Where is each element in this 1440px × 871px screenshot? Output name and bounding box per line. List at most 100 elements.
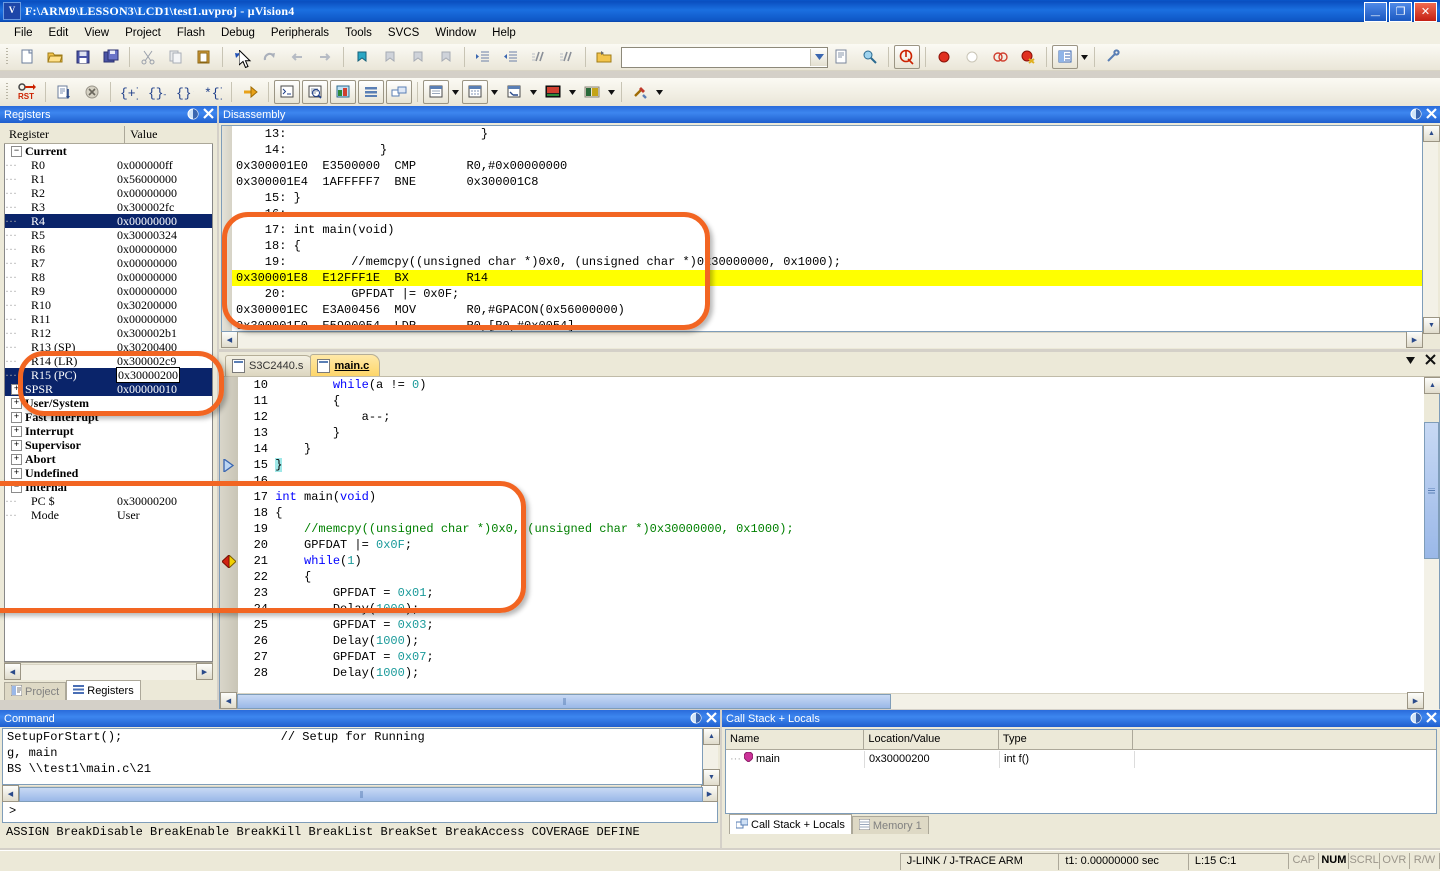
register-row[interactable]: ··· R0 0x000000ff bbox=[5, 158, 212, 172]
menu-item-view[interactable]: View bbox=[76, 25, 117, 41]
register-row[interactable]: ··· R6 0x00000000 bbox=[5, 242, 212, 256]
register-group-internal[interactable]: − Internal bbox=[5, 480, 212, 494]
menu-item-file[interactable]: File bbox=[6, 25, 41, 41]
expand-icon[interactable]: + bbox=[11, 383, 22, 395]
disassembly-line[interactable]: 20: GPFDAT |= 0x0F; bbox=[222, 286, 1422, 302]
source-line[interactable]: 27 GPFDAT = 0x07; bbox=[220, 649, 1439, 665]
line-code[interactable]: int main(void) bbox=[275, 490, 376, 504]
registers-hscrollbar[interactable]: ◀ ▶ bbox=[4, 662, 213, 680]
scroll-down-button[interactable]: ▼ bbox=[703, 769, 720, 786]
register-value[interactable]: 0x00000000 bbox=[117, 312, 177, 326]
line-code[interactable]: } bbox=[275, 426, 340, 440]
run-button[interactable] bbox=[51, 80, 77, 104]
show-next-statement-button[interactable] bbox=[237, 80, 263, 104]
disassembly-line[interactable]: 0x300001E4 1AFFFFF7 BNE 0x300001C8 bbox=[222, 174, 1422, 190]
save-button[interactable] bbox=[70, 45, 96, 69]
disassembly-line[interactable]: 0x300001EC E3A00456 MOV R0,#GPACON(0x560… bbox=[222, 302, 1422, 318]
close-button[interactable]: ✕ bbox=[1414, 2, 1437, 22]
disable-breakpoint-button[interactable] bbox=[959, 45, 985, 69]
disassembly-code-area[interactable]: 13: } 14: } 0x300001E0 E3500000 CMP R0,#0… bbox=[221, 125, 1423, 332]
disable-all-breakpoints-button[interactable] bbox=[987, 45, 1013, 69]
register-value[interactable]: User bbox=[117, 508, 140, 522]
command-hscrollbar[interactable]: ◀ ▶ bbox=[2, 785, 718, 802]
memory-windows-button[interactable] bbox=[462, 80, 488, 104]
source-line[interactable]: 21 while(1) bbox=[220, 553, 1439, 570]
scroll-up-button[interactable]: ▲ bbox=[703, 728, 720, 745]
disassembly-line[interactable]: 19: //memcpy((unsigned char *)0x0, (unsi… bbox=[222, 254, 1422, 270]
collapse-icon[interactable]: − bbox=[11, 481, 22, 493]
menu-item-flash[interactable]: Flash bbox=[169, 25, 213, 41]
source-line[interactable]: 11 { bbox=[220, 393, 1439, 409]
register-row[interactable]: ··· R4 0x00000000 bbox=[5, 214, 212, 228]
source-line[interactable]: 22 { bbox=[220, 569, 1439, 585]
menu-item-window[interactable]: Window bbox=[427, 25, 484, 41]
register-row[interactable]: ··· R13 (SP) 0x30200400 bbox=[5, 340, 212, 354]
auto-hide-icon[interactable] bbox=[1409, 711, 1422, 724]
chevron-down-icon[interactable] bbox=[810, 48, 827, 66]
scroll-track-upper[interactable] bbox=[1424, 422, 1439, 627]
source-line[interactable]: 14 } bbox=[220, 441, 1439, 457]
register-row[interactable]: ··· R10 0x30200000 bbox=[5, 298, 212, 312]
disassembly-line[interactable]: 16: bbox=[222, 206, 1422, 222]
register-value[interactable]: 0x30000200 bbox=[116, 367, 180, 383]
call-stack-window-button[interactable] bbox=[386, 80, 412, 104]
table-row[interactable]: ··· main 0x30000200 int f() bbox=[726, 750, 1436, 768]
register-value[interactable]: 0x300002b1 bbox=[117, 326, 177, 340]
register-row[interactable]: ··· R9 0x00000000 bbox=[5, 284, 212, 298]
scroll-left-button[interactable]: ◀ bbox=[220, 692, 237, 709]
serial-windows-button[interactable] bbox=[501, 80, 527, 104]
expand-icon[interactable]: + bbox=[11, 467, 22, 479]
register-row[interactable]: ··· R11 0x00000000 bbox=[5, 312, 212, 326]
source-line[interactable]: 20 GPFDAT |= 0x0F; bbox=[220, 537, 1439, 553]
call-stack-table[interactable]: Name Location/Value Type ··· main 0x300002… bbox=[725, 729, 1437, 814]
disassembly-line[interactable]: 0x300001E8 E12FFF1E BX R14 bbox=[222, 270, 1422, 286]
register-value[interactable]: 0x00000000 bbox=[117, 242, 177, 256]
expand-icon[interactable]: + bbox=[11, 439, 22, 451]
line-code[interactable]: GPFDAT = 0x03; bbox=[275, 618, 434, 632]
stop-button[interactable] bbox=[79, 80, 105, 104]
cell-name[interactable]: ··· main bbox=[726, 750, 864, 768]
kill-all-breakpoints-button[interactable] bbox=[1015, 45, 1041, 69]
editor-tab-list-icon[interactable] bbox=[1406, 355, 1415, 367]
source-code-area[interactable]: 10 while(a != 0) 11 {12 a--; 13 } 14 } 15 } 1… bbox=[219, 377, 1440, 739]
expand-icon[interactable]: + bbox=[11, 453, 22, 465]
register-value[interactable]: 0x300002fc bbox=[117, 200, 174, 214]
menu-item-svcs[interactable]: SVCS bbox=[380, 25, 427, 41]
auto-hide-icon[interactable] bbox=[1409, 107, 1422, 120]
source-line[interactable]: 28 Delay(1000); bbox=[220, 665, 1439, 681]
menu-item-help[interactable]: Help bbox=[484, 25, 524, 41]
tab-memory-1[interactable]: Memory 1 bbox=[851, 816, 929, 834]
register-group-interrupt[interactable]: + Interrupt bbox=[5, 424, 212, 438]
register-value[interactable]: 0x30000324 bbox=[117, 228, 177, 242]
disassembly-hscrollbar[interactable]: ◀ ▶ bbox=[221, 331, 1423, 348]
trace-windows-dropdown[interactable] bbox=[606, 81, 617, 103]
line-code[interactable]: } bbox=[275, 442, 311, 456]
comment-button[interactable] bbox=[526, 45, 552, 69]
manage-components-dropdown[interactable] bbox=[1079, 46, 1090, 68]
register-value[interactable]: 0x300002c9 bbox=[117, 354, 176, 368]
scroll-track[interactable] bbox=[19, 785, 703, 802]
toolbar-grip[interactable] bbox=[3, 47, 10, 67]
tab-call-stack-locals[interactable]: Call Stack + Locals bbox=[729, 814, 852, 834]
close-icon[interactable] bbox=[705, 711, 718, 724]
watch-windows-dropdown[interactable] bbox=[450, 81, 461, 103]
register-row[interactable]: ··· R2 0x00000000 bbox=[5, 186, 212, 200]
register-internal-row[interactable]: ··· PC $ 0x30000200 bbox=[5, 494, 212, 508]
step-out-button[interactable]: {}↑ bbox=[172, 80, 198, 104]
open-file-button[interactable] bbox=[42, 45, 68, 69]
editor-close-icon[interactable] bbox=[1425, 354, 1436, 368]
manage-components-button[interactable] bbox=[1052, 45, 1078, 69]
system-viewer-button[interactable] bbox=[627, 80, 653, 104]
close-icon[interactable] bbox=[202, 107, 215, 120]
menu-item-tools[interactable]: Tools bbox=[337, 25, 380, 41]
reset-cpu-button[interactable]: RST bbox=[14, 80, 40, 104]
find-combo[interactable] bbox=[621, 46, 828, 68]
register-value[interactable]: 0x00000010 bbox=[117, 382, 177, 396]
step-over-button[interactable]: {}→ bbox=[144, 80, 170, 104]
disassembly-vscrollbar[interactable]: ▲ ▼ bbox=[1423, 125, 1440, 347]
command-input[interactable]: > bbox=[2, 801, 718, 823]
line-code[interactable]: GPFDAT |= 0x0F; bbox=[275, 538, 412, 552]
start-stop-debug-button[interactable] bbox=[894, 45, 920, 69]
watch-windows-button[interactable] bbox=[423, 80, 449, 104]
analysis-windows-button[interactable] bbox=[540, 80, 566, 104]
